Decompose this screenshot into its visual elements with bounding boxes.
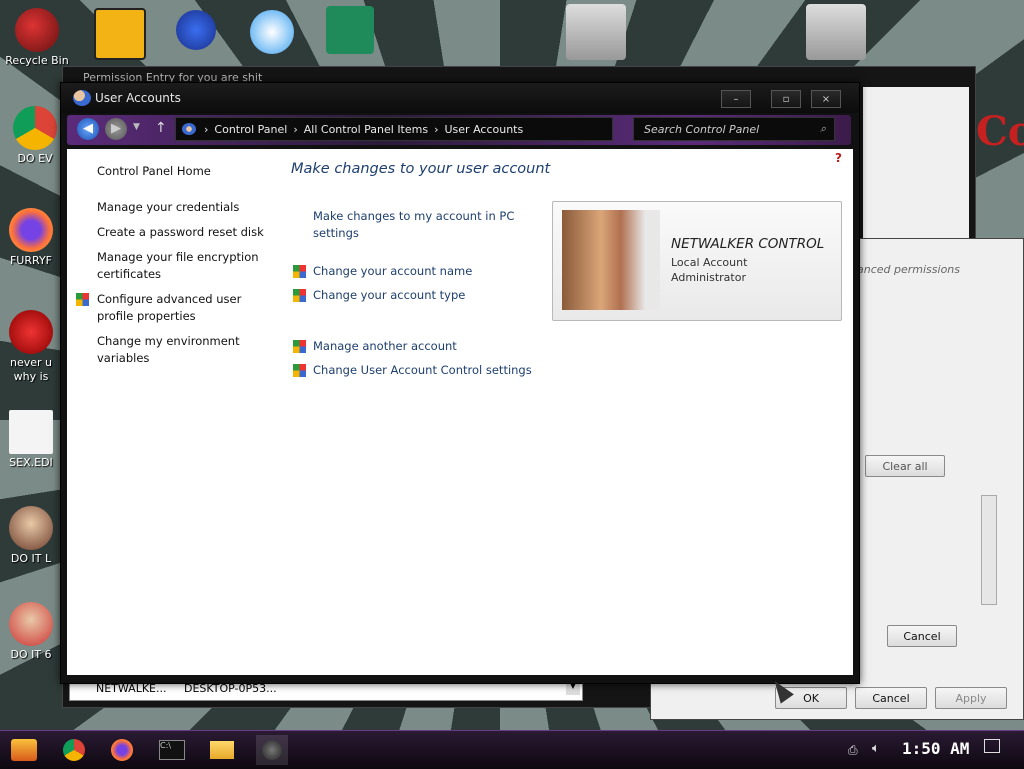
help-icon[interactable]: ? bbox=[835, 151, 842, 165]
desktop-icon-portrait-1[interactable]: DO IT L bbox=[0, 506, 64, 565]
taskbar-cmd[interactable]: C:\ bbox=[156, 735, 188, 765]
desktop-icon-chrome[interactable]: DO EV bbox=[2, 106, 68, 165]
apply-button[interactable]: Apply bbox=[935, 687, 1007, 709]
navigation-bar: ◀ ▶ ▼ ↑ › Control Panel › All Control Pa… bbox=[67, 115, 851, 145]
uac-shield-icon bbox=[293, 340, 306, 353]
taskbar-control-panel[interactable] bbox=[256, 735, 288, 765]
desktop-icon-recycle-bin[interactable]: Recycle Bin bbox=[4, 8, 70, 67]
desktop-icon-hex-editor[interactable]: SEX.EDI bbox=[0, 410, 64, 469]
computer-icon[interactable] bbox=[566, 4, 626, 60]
window-title: User Accounts bbox=[95, 91, 181, 105]
search-placeholder: Search Control Panel bbox=[644, 122, 760, 136]
desktop-icon-firefox[interactable]: FURRYF bbox=[0, 208, 64, 267]
taskbar-explorer[interactable] bbox=[206, 735, 238, 765]
control-panel-home-link[interactable]: Control Panel Home bbox=[97, 163, 267, 180]
uac-shield-icon bbox=[293, 289, 306, 302]
taskbar-chrome[interactable] bbox=[58, 735, 90, 765]
manage-another-account-link[interactable]: Manage another account bbox=[313, 338, 457, 355]
pc-settings-link[interactable]: Make changes to my account in PC setting… bbox=[313, 208, 523, 242]
devcpp-icon bbox=[9, 310, 53, 354]
desktop-icon-portrait-2[interactable]: DO IT 6 bbox=[0, 602, 64, 661]
hex-editor-icon bbox=[9, 410, 53, 454]
search-icon: ⌕ bbox=[819, 122, 826, 135]
recycle-bin-icon bbox=[15, 8, 59, 52]
advanced-user-profile-link[interactable]: Configure advanced user profile properti… bbox=[97, 291, 267, 325]
environment-variables-link[interactable]: Change my environment variables bbox=[97, 333, 267, 367]
back-icon[interactable]: ◀ bbox=[77, 118, 99, 140]
change-account-name-link[interactable]: Change your account name bbox=[313, 263, 472, 280]
content-area: ? Control Panel Home Manage your credent… bbox=[67, 149, 853, 704]
password-reset-disk-link[interactable]: Create a password reset disk bbox=[97, 224, 267, 241]
volume-icon[interactable]: 🔈︎ bbox=[872, 741, 880, 756]
taskbar: C:\ ⎙ 🔈︎ 1:50 AM bbox=[0, 730, 1024, 769]
breadcrumb-user-accounts[interactable]: User Accounts bbox=[445, 123, 524, 136]
firefox-icon bbox=[111, 739, 133, 761]
scrollbar[interactable] bbox=[981, 495, 997, 605]
start-icon bbox=[11, 739, 37, 761]
clear-all-button[interactable]: Clear all bbox=[865, 455, 945, 477]
chrome-icon bbox=[63, 739, 85, 761]
account-tile: NETWALKER CONTROL Local Account Administ… bbox=[552, 201, 842, 321]
publisher-icon[interactable] bbox=[326, 6, 374, 54]
portrait-icon bbox=[9, 602, 53, 646]
desktop-letters: Co bbox=[976, 108, 1024, 155]
firefox-icon bbox=[9, 208, 53, 252]
maximize-button[interactable]: ▫ bbox=[771, 90, 801, 108]
dev-editor-icon[interactable] bbox=[94, 8, 146, 60]
title-bar[interactable]: User Accounts – ▫ × bbox=[61, 83, 859, 113]
file-encryption-certificates-link[interactable]: Manage your file encryption certificates bbox=[97, 249, 267, 283]
page-heading: Make changes to your user account bbox=[291, 161, 551, 177]
breadcrumb-chevron-icon: › bbox=[204, 122, 209, 136]
advanced-permissions-text: anced permissions bbox=[857, 263, 961, 276]
breadcrumb-chevron-icon: › bbox=[434, 122, 439, 136]
control-panel-icon bbox=[262, 740, 282, 760]
user-accounts-window[interactable]: User Accounts – ▫ × ◀ ▶ ▼ ↑ › Control Pa… bbox=[60, 82, 860, 704]
uac-shield-icon bbox=[293, 265, 306, 278]
app-number-icon[interactable] bbox=[176, 10, 216, 50]
network-icon[interactable]: ⎙ bbox=[848, 743, 858, 758]
uac-shield-icon bbox=[76, 293, 89, 306]
forward-icon[interactable]: ▶ bbox=[105, 118, 127, 140]
clock[interactable]: 1:50 AM bbox=[902, 739, 969, 758]
change-account-type-link[interactable]: Change your account type bbox=[313, 287, 465, 304]
cancel-button[interactable]: Cancel bbox=[887, 625, 957, 647]
cancel-button[interactable]: Cancel bbox=[855, 687, 927, 709]
cmd-icon: C:\ bbox=[159, 740, 185, 760]
start-button[interactable] bbox=[8, 735, 40, 765]
minimize-button[interactable]: – bbox=[721, 90, 751, 108]
account-role: Administrator bbox=[671, 271, 746, 284]
search-input[interactable]: Search Control Panel ⌕ bbox=[633, 117, 835, 141]
app-p-icon[interactable] bbox=[250, 10, 294, 54]
desktop-icon-devcpp[interactable]: never u why is bbox=[0, 310, 64, 383]
taskbar-firefox[interactable] bbox=[106, 735, 138, 765]
control-panel-icon bbox=[182, 123, 196, 135]
folder-icon bbox=[210, 741, 234, 759]
computer-icon[interactable] bbox=[806, 4, 866, 60]
chrome-icon bbox=[13, 106, 57, 150]
account-type: Local Account bbox=[671, 256, 748, 269]
manage-credentials-link[interactable]: Manage your credentials bbox=[97, 199, 267, 216]
avatar bbox=[562, 210, 660, 310]
breadcrumb-all-items[interactable]: All Control Panel Items bbox=[304, 123, 428, 136]
account-name: NETWALKER CONTROL bbox=[671, 236, 825, 252]
history-dropdown-icon[interactable]: ▼ bbox=[133, 122, 140, 132]
users-icon bbox=[73, 90, 91, 106]
close-button[interactable]: × bbox=[811, 90, 841, 108]
portrait-icon bbox=[9, 506, 53, 550]
address-bar[interactable]: › Control Panel › All Control Panel Item… bbox=[175, 117, 613, 141]
up-icon[interactable]: ↑ bbox=[155, 120, 167, 136]
notification-icon[interactable] bbox=[984, 739, 1000, 753]
breadcrumb-control-panel[interactable]: Control Panel bbox=[214, 123, 287, 136]
uac-shield-icon bbox=[293, 364, 306, 377]
uac-settings-link[interactable]: Change User Account Control settings bbox=[313, 362, 532, 379]
breadcrumb-chevron-icon: › bbox=[293, 122, 298, 136]
